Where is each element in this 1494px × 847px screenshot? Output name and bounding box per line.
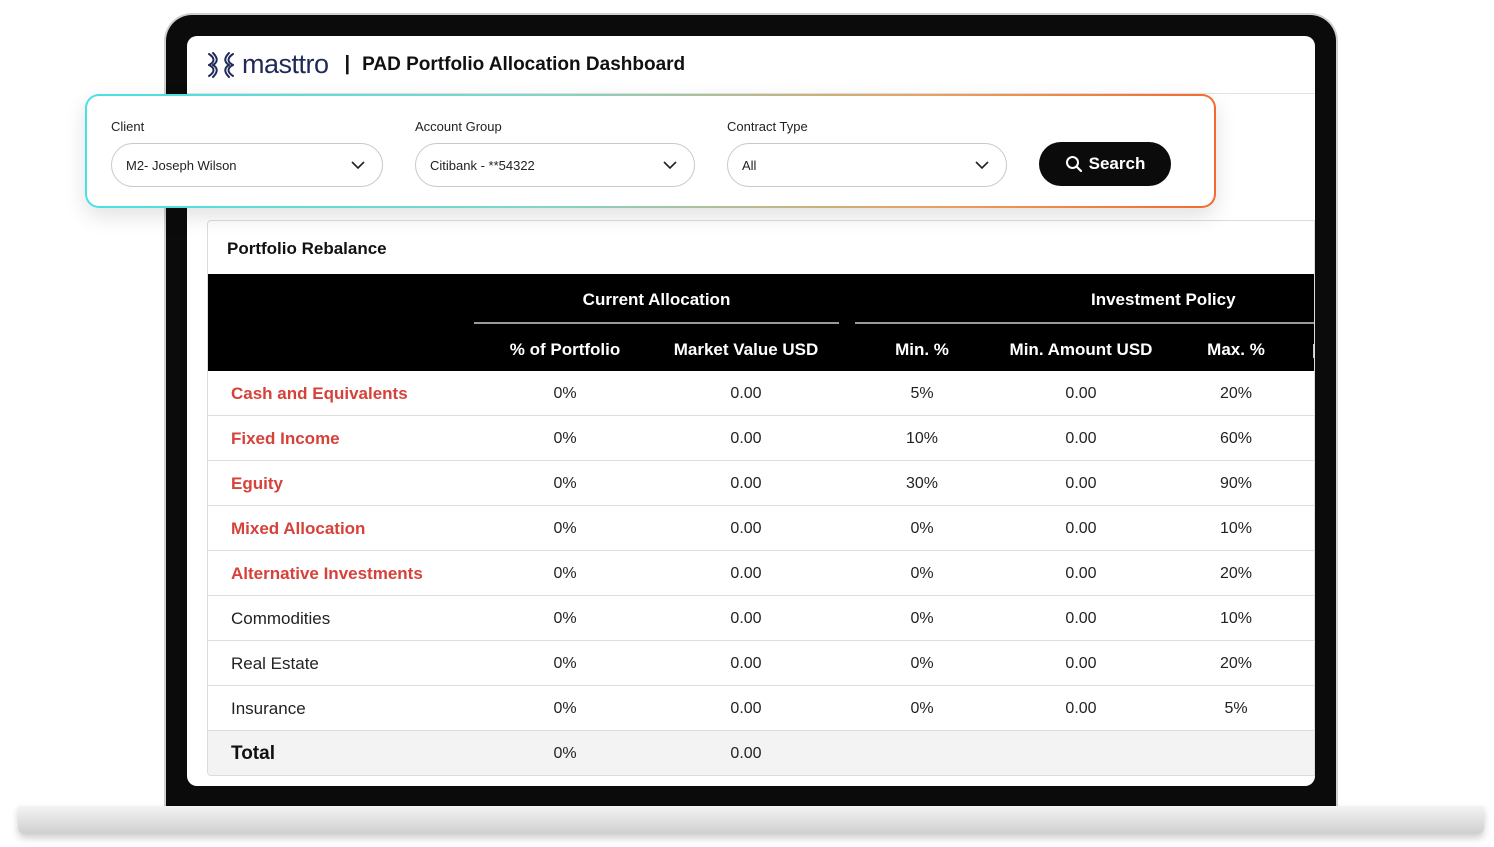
card-title: Portfolio Rebalance: [227, 239, 387, 258]
cell-market-value: 0.00: [730, 655, 762, 672]
client-select[interactable]: M2- Joseph Wilson: [111, 143, 383, 187]
portfolio-rebalance-card: Portfolio Rebalance Current Allocation I…: [207, 220, 1315, 776]
col-pct-portfolio[interactable]: % of Portfolio: [488, 340, 642, 360]
cell-max-pct: 5%: [1224, 700, 1248, 717]
category-link[interactable]: Alternative Investments: [231, 551, 423, 596]
table-row: Mixed Allocation 0% 0.00 0% 0.00 10%: [208, 506, 1314, 551]
cell-min-pct: 0%: [910, 700, 934, 717]
col-market-value[interactable]: Market Value USD: [656, 340, 836, 360]
total-row: Total 0% 0.00: [208, 731, 1314, 775]
cell-min-pct: 0%: [910, 520, 934, 537]
category-link[interactable]: Mixed Allocation: [231, 506, 365, 551]
cell-market-value: 0.00: [730, 475, 762, 492]
total-market-value: 0.00: [730, 745, 762, 762]
table-row: Insurance 0% 0.00 0% 0.00 5%: [208, 686, 1314, 731]
cell-market-value: 0.00: [730, 700, 762, 717]
cell-min-amount: 0.00: [1065, 430, 1097, 447]
cell-max-pct: 90%: [1219, 475, 1253, 492]
cell-market-value: 0.00: [730, 520, 762, 537]
category-link[interactable]: Fixed Income: [231, 416, 340, 461]
contract-type-value: All: [742, 157, 757, 173]
category-link[interactable]: Cash and Equivalents: [231, 371, 408, 416]
chevron-down-icon: [975, 161, 989, 170]
cell-market-value: 0.00: [730, 430, 762, 447]
cell-min-amount: 0.00: [1065, 700, 1097, 717]
table-row: Fixed Income 0% 0.00 10% 0.00 60%: [208, 416, 1314, 461]
account-group-value: Citibank - **54322: [430, 157, 535, 173]
cell-pct: 0%: [553, 385, 577, 402]
cell-min-amount: 0.00: [1065, 520, 1097, 537]
cell-max-pct: 60%: [1219, 430, 1253, 447]
column-overflow-indicator: [1313, 344, 1314, 358]
total-pct: 0%: [553, 745, 577, 762]
group-current-allocation: Current Allocation: [582, 290, 731, 309]
group-divider-current: [474, 322, 839, 324]
search-button[interactable]: Search: [1039, 142, 1171, 186]
category-label: Real Estate: [231, 654, 319, 673]
cell-pct: 0%: [553, 655, 577, 672]
table-body: Cash and Equivalents 0% 0.00 5% 0.00 20%…: [208, 371, 1314, 775]
cell-pct: 0%: [553, 475, 577, 492]
table-row: Cash and Equivalents 0% 0.00 5% 0.00 20%: [208, 371, 1314, 416]
cell-min-amount: 0.00: [1065, 610, 1097, 627]
col-min-pct[interactable]: Min. %: [872, 340, 972, 360]
account-group-label: Account Group: [415, 119, 502, 134]
cell-market-value: 0.00: [730, 385, 762, 402]
contract-type-label: Contract Type: [727, 119, 808, 134]
cell-min-amount: 0.00: [1065, 385, 1097, 402]
chevron-down-icon: [351, 161, 365, 170]
chevron-down-icon: [663, 161, 677, 170]
cell-min-pct: 5%: [910, 385, 934, 402]
client-value: M2- Joseph Wilson: [126, 157, 237, 173]
cell-min-amount: 0.00: [1065, 655, 1097, 672]
col-max-pct[interactable]: Max. %: [1186, 340, 1286, 360]
cell-pct: 0%: [553, 520, 577, 537]
group-investment-policy: Investment Policy: [1091, 290, 1236, 309]
account-group-select[interactable]: Citibank - **54322: [415, 143, 695, 187]
filter-bar: Client M2- Joseph Wilson Account Group C…: [85, 94, 1216, 208]
col-min-amount[interactable]: Min. Amount USD: [996, 340, 1166, 360]
laptop-base: [18, 806, 1484, 834]
table-row: Alternative Investments 0% 0.00 0% 0.00 …: [208, 551, 1314, 596]
cell-max-pct: 20%: [1219, 385, 1253, 402]
cell-min-amount: 0.00: [1065, 475, 1097, 492]
cell-min-pct: 30%: [905, 475, 939, 492]
cell-max-pct: 20%: [1219, 565, 1253, 582]
category-link[interactable]: Eguity: [231, 461, 283, 506]
search-button-label: Search: [1088, 154, 1146, 173]
brand-name: masttro: [242, 49, 329, 79]
cell-pct: 0%: [553, 430, 577, 447]
total-label: Total: [231, 743, 275, 764]
filter-bar-inner: Client M2- Joseph Wilson Account Group C…: [87, 96, 1214, 206]
client-label: Client: [111, 119, 145, 134]
cell-max-pct: 10%: [1219, 520, 1253, 537]
table-row: Eguity 0% 0.00 30% 0.00 90%: [208, 461, 1314, 506]
search-icon: [1065, 156, 1082, 173]
cell-max-pct: 10%: [1219, 610, 1253, 627]
cell-max-pct: 20%: [1219, 655, 1253, 672]
header-separator: |: [344, 53, 351, 75]
page-title: PAD Portfolio Allocation Dashboard: [362, 53, 686, 75]
cell-min-pct: 10%: [905, 430, 939, 447]
masttro-logo-icon: [208, 51, 234, 78]
category-label: Commodities: [231, 609, 331, 628]
cell-pct: 0%: [553, 610, 577, 627]
cell-min-pct: 0%: [910, 610, 934, 627]
cell-min-pct: 0%: [910, 565, 934, 582]
app-header: masttro | PAD Portfolio Allocation Dashb…: [187, 36, 1315, 94]
group-divider-policy: [855, 322, 1314, 324]
table-row: Real Estate 0% 0.00 0% 0.00 20%: [208, 641, 1314, 686]
cell-min-pct: 0%: [910, 655, 934, 672]
table-header: Current Allocation Investment Policy % o…: [208, 274, 1314, 371]
cell-min-amount: 0.00: [1065, 565, 1097, 582]
cell-market-value: 0.00: [730, 610, 762, 627]
contract-type-select[interactable]: All: [727, 143, 1007, 187]
table-row: Commodities 0% 0.00 0% 0.00 10%: [208, 596, 1314, 641]
cell-pct: 0%: [553, 700, 577, 717]
cell-pct: 0%: [553, 565, 577, 582]
cell-market-value: 0.00: [730, 565, 762, 582]
category-label: Insurance: [231, 699, 306, 718]
